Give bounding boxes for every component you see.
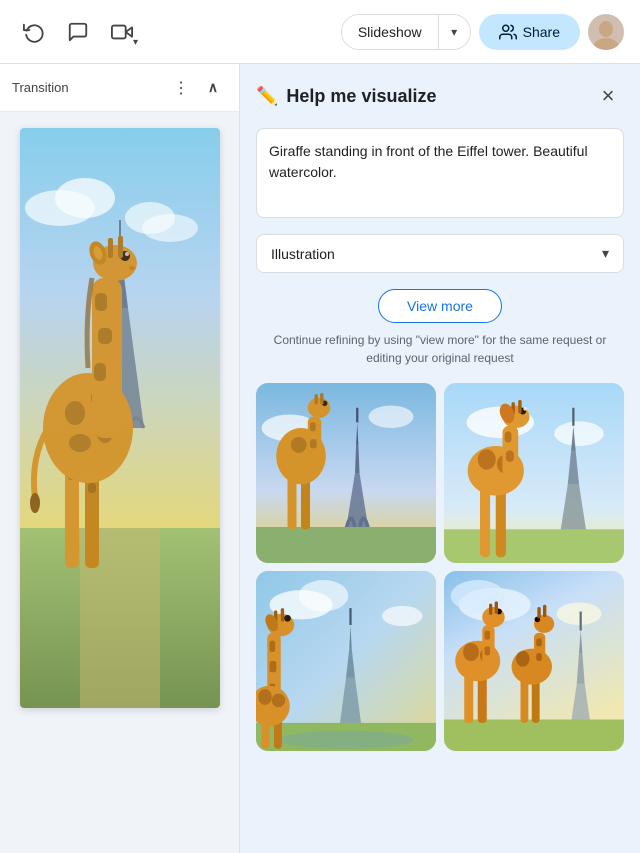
video-icon[interactable]: ▾ (104, 14, 140, 50)
share-button[interactable]: Share (479, 14, 580, 50)
slide-content (0, 112, 239, 853)
panel-title: Help me visualize (286, 86, 436, 107)
history-icon[interactable] (16, 14, 52, 50)
style-label: Illustration (271, 246, 335, 262)
slide-card[interactable] (20, 128, 220, 708)
style-dropdown[interactable]: Illustration ▾ (256, 234, 624, 273)
avatar[interactable] (588, 14, 624, 50)
slide-image (20, 128, 220, 708)
dropdown-chevron-icon: ▾ (602, 245, 609, 262)
chevron-up-icon[interactable]: ∧ (199, 74, 227, 102)
slide-panel: Transition ⋮ ∧ (0, 64, 240, 853)
share-label: Share (523, 24, 560, 40)
generated-image-1[interactable] (256, 383, 436, 563)
main-area: Transition ⋮ ∧ (0, 64, 640, 853)
image-grid (256, 383, 624, 751)
share-icon (499, 23, 517, 41)
slideshow-main-button[interactable]: Slideshow (342, 15, 438, 49)
slide-toolbar: Transition ⋮ ∧ (0, 64, 239, 112)
generated-image-3[interactable] (256, 571, 436, 751)
panel-title-row: ✏️ Help me visualize (256, 86, 437, 107)
close-icon: × (602, 83, 615, 109)
transition-label: Transition (12, 80, 163, 95)
dropdown-arrow-icon: ▾ (451, 25, 457, 39)
generated-image-2[interactable] (444, 383, 624, 563)
slideshow-button-group: Slideshow ▾ (341, 14, 471, 50)
right-panel: ✏️ Help me visualize × Giraffe standing … (240, 64, 640, 853)
toolbar: ▾ Slideshow ▾ Share (0, 0, 640, 64)
more-options-icon[interactable]: ⋮ (167, 74, 195, 102)
hint-text: Continue refining by using "view more" f… (256, 331, 624, 367)
view-more-button[interactable]: View more (378, 289, 502, 323)
pencil-icon: ✏️ (256, 86, 278, 107)
generated-image-4[interactable] (444, 571, 624, 751)
prompt-text-container[interactable]: Giraffe standing in front of the Eiffel … (256, 128, 624, 218)
close-button[interactable]: × (592, 80, 624, 112)
comments-icon[interactable] (60, 14, 96, 50)
prompt-text: Giraffe standing in front of the Eiffel … (269, 141, 611, 183)
panel-header: ✏️ Help me visualize × (256, 80, 624, 112)
slideshow-dropdown-button[interactable]: ▾ (438, 15, 470, 49)
